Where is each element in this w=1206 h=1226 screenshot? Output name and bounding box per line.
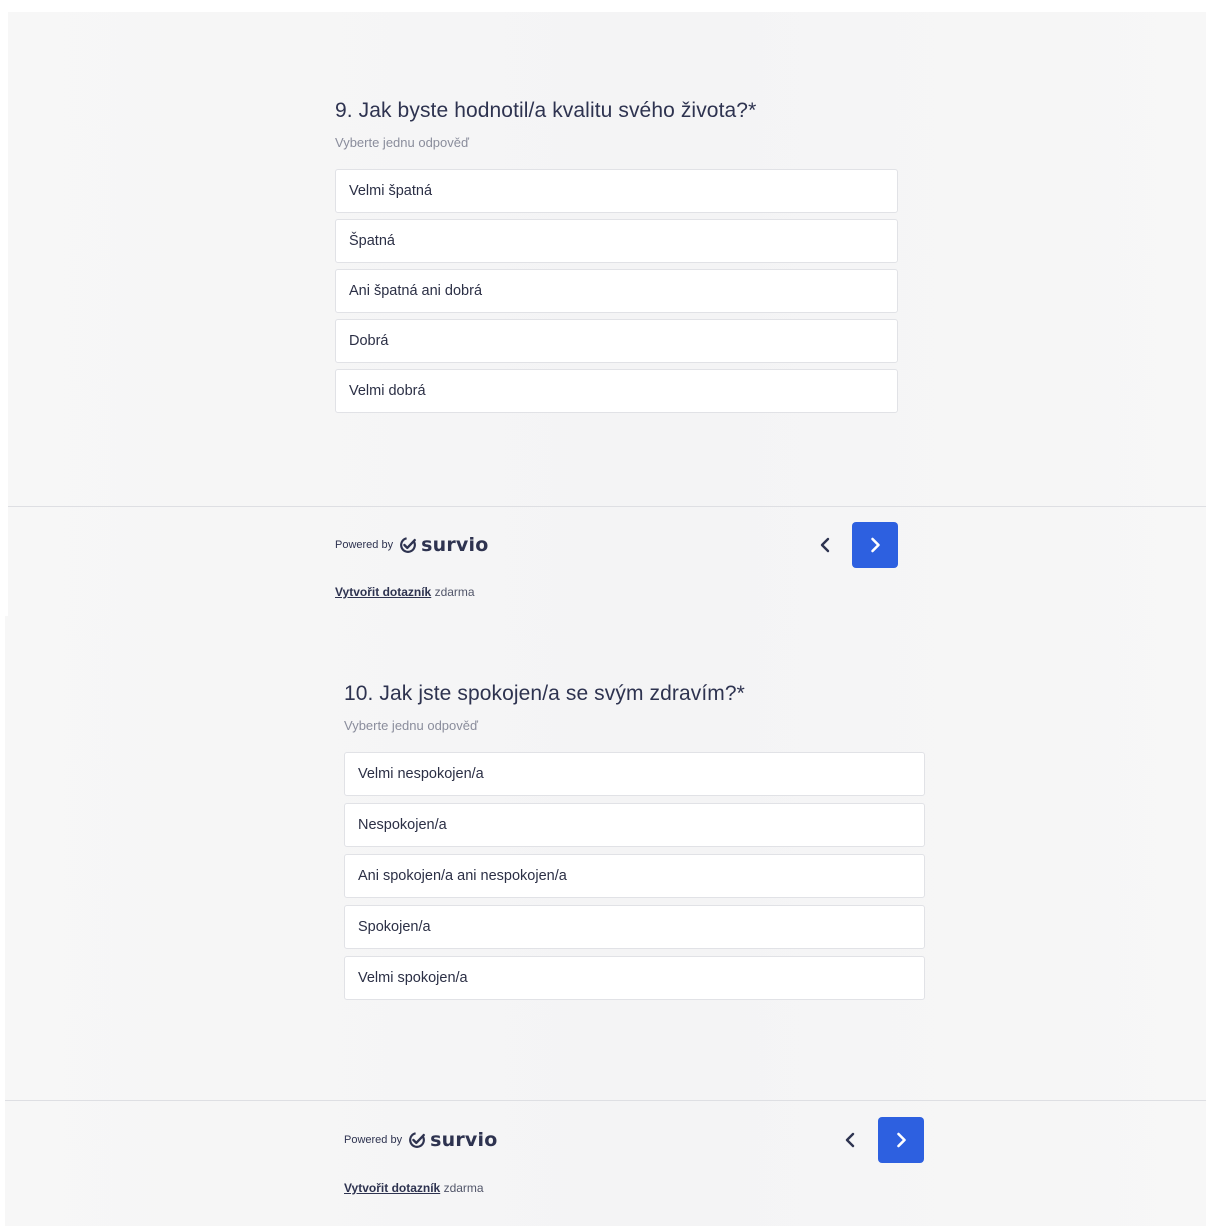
question-10-panel: 10. Jak jste spokojen/a se svým zdravím?… [5,616,1206,1226]
question-9-panel: 9. Jak byste hodnotil/a kvalitu svého ži… [8,12,1206,616]
option-label: Ani spokojen/a ani nespokojen/a [358,868,567,884]
footer-divider [8,506,1206,507]
option-label: Nespokojen/a [358,817,447,833]
question-hint: Vyberte jednu odpověď [335,135,469,150]
powered-by-label: Powered by [335,539,394,551]
create-survey-link[interactable]: Vytvořit dotazník [335,585,431,599]
powered-by: Powered by survio [335,534,488,556]
option-label: Velmi dobrá [349,383,426,399]
chevron-right-icon [871,537,880,553]
previous-button[interactable] [812,532,838,558]
survio-logo-text: survio [430,1129,498,1151]
answer-option-ani-spatna-ani-dobra[interactable]: Ani špatná ani dobrá [335,269,898,313]
survio-logo[interactable]: survio [408,1129,497,1151]
survio-check-logo-icon [409,1132,426,1148]
answer-option-ani-spokojen-ani-nespokojen[interactable]: Ani spokojen/a ani nespokojen/a [344,854,925,898]
answer-option-dobra[interactable]: Dobrá [335,319,898,363]
answer-option-spokojen[interactable]: Spokojen/a [344,905,925,949]
option-label: Dobrá [349,333,389,349]
answer-option-velmi-spokojen[interactable]: Velmi spokojen/a [344,956,925,1000]
answer-options: Velmi špatná Špatná Ani špatná ani dobrá… [335,169,898,413]
create-survey-link-row: Vytvořit dotazník zdarma [335,585,475,599]
create-survey-suffix: zdarma [434,585,475,599]
next-button[interactable] [878,1117,924,1163]
survio-logo[interactable]: survio [399,534,488,556]
next-button[interactable] [852,522,898,568]
answer-option-spatna[interactable]: Špatná [335,219,898,263]
create-survey-suffix: zdarma [443,1181,484,1195]
powered-by: Powered by survio [344,1129,497,1151]
option-label: Spokojen/a [358,919,431,935]
chevron-left-icon [820,537,830,553]
answer-options: Velmi nespokojen/a Nespokojen/a Ani spok… [344,752,925,1000]
question-title: 10. Jak jste spokojen/a se svým zdravím?… [344,682,745,705]
answer-option-velmi-nespokojen[interactable]: Velmi nespokojen/a [344,752,925,796]
answer-option-nespokojen[interactable]: Nespokojen/a [344,803,925,847]
option-label: Velmi nespokojen/a [358,766,484,782]
option-label: Špatná [349,233,395,249]
create-survey-link-row: Vytvořit dotazník zdarma [344,1181,484,1195]
option-label: Velmi spokojen/a [358,970,468,986]
survio-logo-text: survio [421,534,489,556]
question-9: 9. Jak byste hodnotil/a kvalitu svého ži… [335,99,898,419]
answer-option-velmi-spatna[interactable]: Velmi špatná [335,169,898,213]
chevron-right-icon [897,1132,906,1148]
chevron-left-icon [845,1132,855,1148]
question-title: 9. Jak byste hodnotil/a kvalitu svého ži… [335,99,757,122]
survio-check-logo-icon [400,537,417,553]
previous-button[interactable] [837,1127,863,1153]
create-survey-link[interactable]: Vytvořit dotazník [344,1181,440,1195]
footer-divider [5,1100,1206,1101]
question-hint: Vyberte jednu odpověď [344,718,478,733]
powered-by-label: Powered by [344,1134,403,1146]
question-10: 10. Jak jste spokojen/a se svým zdravím?… [344,682,925,1007]
answer-option-velmi-dobra[interactable]: Velmi dobrá [335,369,898,413]
option-label: Velmi špatná [349,183,433,199]
option-label: Ani špatná ani dobrá [349,283,483,299]
